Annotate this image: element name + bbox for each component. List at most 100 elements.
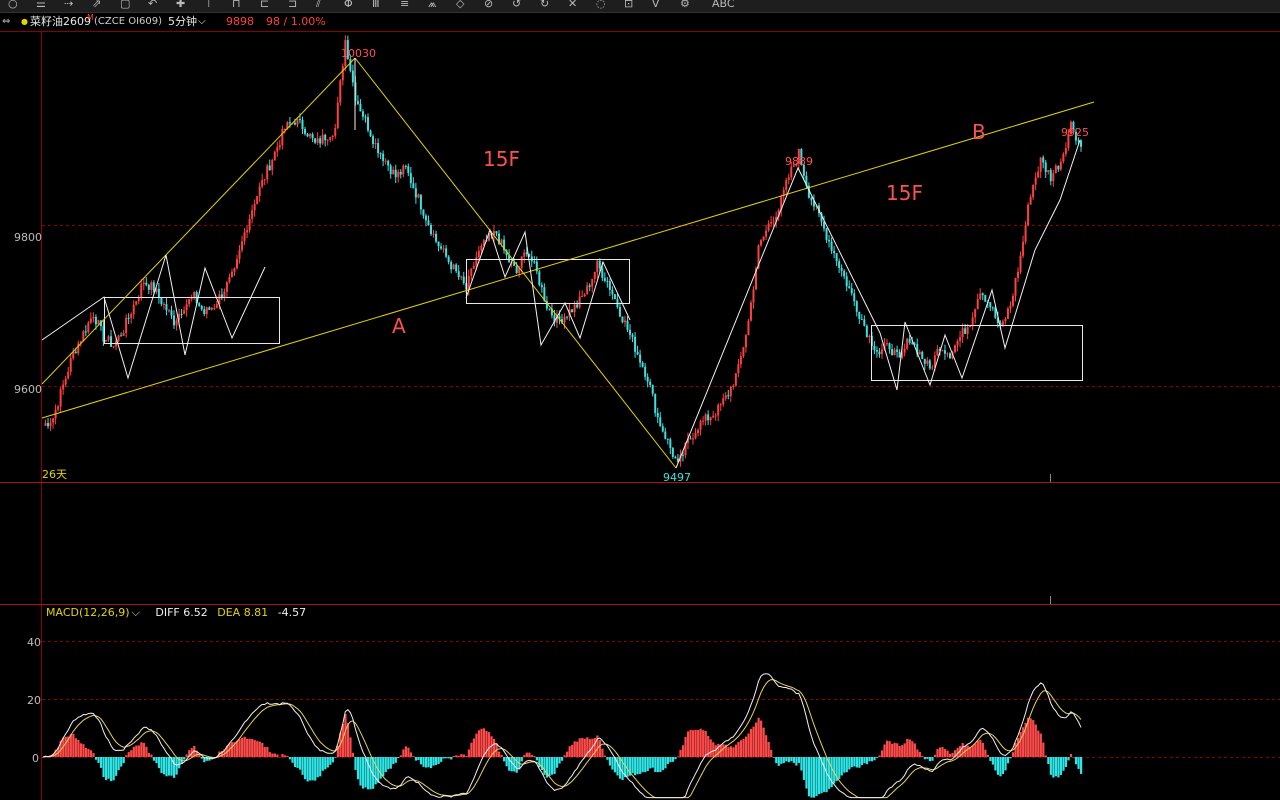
candle-body bbox=[1052, 173, 1055, 182]
indicator-chevron-down-icon[interactable]: ⌵ bbox=[132, 606, 140, 619]
macd-bar bbox=[639, 757, 642, 774]
macd-bar bbox=[981, 742, 984, 757]
macd-bar bbox=[419, 757, 423, 765]
candle-body bbox=[576, 304, 579, 308]
candle-body bbox=[976, 299, 979, 310]
macd-bar bbox=[1042, 742, 1045, 757]
macd-bar bbox=[674, 757, 677, 760]
candle-body bbox=[241, 241, 244, 251]
candle-body bbox=[830, 241, 833, 251]
candle-body bbox=[49, 422, 52, 427]
candle-body bbox=[387, 160, 390, 166]
candle-body bbox=[840, 267, 843, 271]
macd-bar bbox=[971, 745, 974, 757]
macd-bar bbox=[1059, 757, 1063, 775]
macd-bar bbox=[238, 739, 241, 757]
macd-bar bbox=[641, 757, 644, 773]
macd-bar bbox=[671, 757, 675, 762]
candle-body bbox=[704, 414, 707, 421]
macd-bar bbox=[319, 757, 322, 777]
candle-body bbox=[1004, 318, 1007, 322]
macd-bar bbox=[727, 747, 730, 757]
macd-bar bbox=[664, 757, 667, 769]
candle-body bbox=[329, 137, 332, 140]
macd-bar bbox=[329, 757, 332, 765]
macd-bar bbox=[903, 743, 906, 757]
candle-body bbox=[613, 294, 616, 300]
candle-body bbox=[263, 179, 266, 181]
candle-body bbox=[157, 288, 160, 298]
macd-bar bbox=[445, 757, 448, 759]
candle-body bbox=[825, 228, 828, 240]
macd-bar bbox=[281, 753, 284, 757]
candle-body bbox=[659, 417, 662, 427]
macd-bar bbox=[649, 757, 652, 769]
candle-body bbox=[734, 373, 737, 386]
candle-body bbox=[185, 304, 188, 311]
candle-body bbox=[863, 319, 866, 326]
candle-body bbox=[1047, 170, 1050, 172]
candle-body bbox=[404, 165, 407, 167]
y-tick-label: 20 bbox=[27, 694, 41, 707]
candle-body bbox=[198, 303, 201, 306]
candle-body bbox=[256, 195, 259, 204]
macd-indicator-name[interactable]: MACD(12,26,9) ⌵ bbox=[46, 606, 146, 619]
macd-bar bbox=[757, 717, 760, 757]
candle-body bbox=[125, 317, 128, 334]
candle-body bbox=[694, 433, 697, 439]
macd-bar bbox=[1011, 752, 1015, 757]
macd-bar bbox=[558, 757, 561, 764]
candle-body bbox=[621, 316, 624, 323]
candle-body bbox=[183, 310, 186, 314]
macd-bar bbox=[505, 757, 508, 767]
macd-bar bbox=[125, 755, 128, 757]
candle-body bbox=[540, 284, 543, 288]
candle-body bbox=[639, 354, 642, 363]
candle-body bbox=[966, 326, 969, 334]
macd-bar bbox=[137, 745, 140, 757]
macd-bar bbox=[1044, 755, 1047, 757]
candle-body bbox=[1062, 153, 1065, 162]
macd-bar bbox=[1037, 730, 1040, 757]
candle-body bbox=[581, 296, 584, 298]
trough-label: 9497 bbox=[663, 471, 691, 484]
macd-value: -4.57 bbox=[277, 606, 307, 619]
candle-body bbox=[117, 335, 120, 341]
macd-bar bbox=[1017, 738, 1020, 757]
trend-line[interactable] bbox=[354, 57, 677, 469]
candle-body bbox=[273, 151, 276, 161]
candle-body bbox=[47, 423, 50, 427]
candle-body bbox=[848, 286, 851, 289]
candle-body bbox=[331, 135, 334, 138]
chart-canvas[interactable]: 9800 9600 40 20 0 10030 9497 9889 9925 A… bbox=[0, 0, 1280, 800]
candle-body bbox=[981, 293, 984, 296]
macd-bar bbox=[104, 757, 108, 781]
macd-bar bbox=[767, 741, 770, 757]
macd-bar bbox=[911, 741, 914, 757]
macd-bar bbox=[487, 732, 491, 757]
candle-body bbox=[828, 239, 831, 242]
candle-body bbox=[1080, 140, 1082, 147]
macd-bar bbox=[921, 755, 924, 757]
trend-line[interactable] bbox=[41, 101, 1095, 419]
macd-bar bbox=[266, 746, 269, 757]
trend-line[interactable] bbox=[41, 57, 356, 385]
candle-body bbox=[440, 246, 443, 249]
macd-bar bbox=[999, 757, 1002, 777]
candle-body bbox=[649, 381, 652, 386]
macd-bar bbox=[581, 737, 584, 757]
candle-body bbox=[979, 293, 982, 300]
macd-bar bbox=[855, 757, 858, 768]
macd-bar bbox=[470, 742, 473, 757]
macd-bar bbox=[311, 757, 314, 781]
macd-bar bbox=[424, 757, 428, 768]
candle-body bbox=[271, 160, 274, 171]
macd-legend: MACD(12,26,9) ⌵ DIFF 6.52 DEA 8.81 -4.57 bbox=[46, 606, 312, 620]
candle-body bbox=[1039, 157, 1042, 172]
macd-bar bbox=[737, 742, 740, 757]
wave-line[interactable] bbox=[465, 228, 631, 347]
macd-bar bbox=[729, 746, 733, 757]
macd-bar bbox=[480, 728, 483, 757]
macd-bar bbox=[1029, 718, 1032, 757]
candle-body bbox=[719, 404, 722, 406]
